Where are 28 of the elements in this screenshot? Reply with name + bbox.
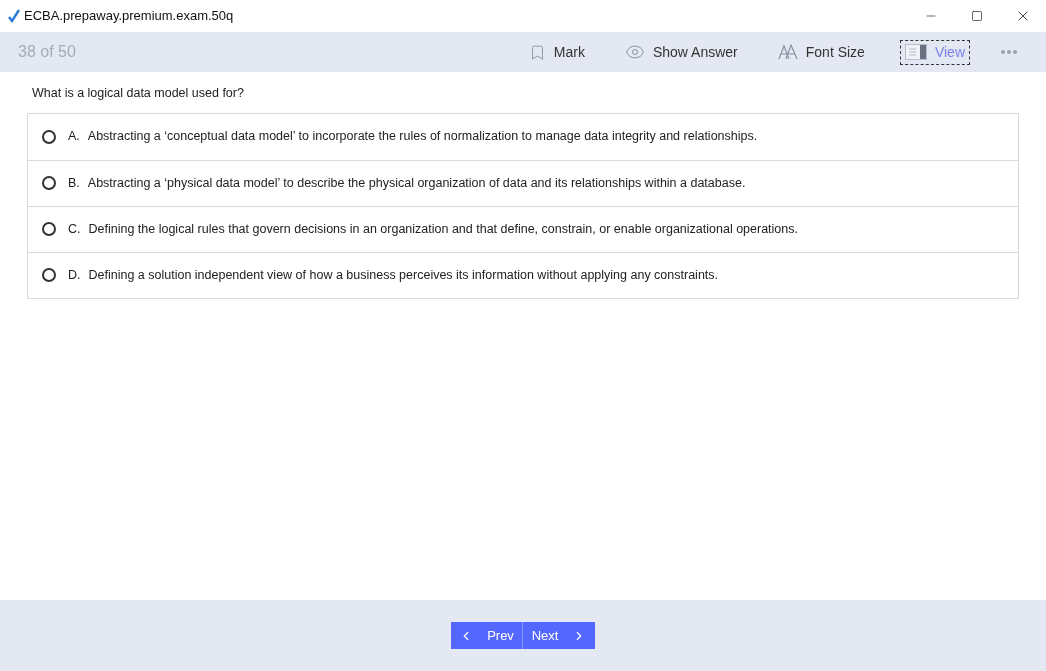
answer-option[interactable]: A. Abstracting a ‘conceptual data model’ to incorporate the rules of normalization to manage data integrity and relationships.	[28, 113, 1018, 160]
option-text: Defining a solution independent view of how a business perceives its information without applying any constraints.	[88, 266, 719, 284]
window-title: ECBA.prepaway.premium.exam.50q	[24, 7, 234, 26]
radio-button[interactable]	[42, 222, 56, 237]
answer-option[interactable]: B. Abstracting a ‘physical data model’ to describe the physical organization of data and its relationships within a database.	[28, 159, 1018, 206]
option-text: Abstracting a ‘physical data model’ to describe the physical organization of data and its relationships within a database.	[87, 174, 746, 192]
answer-option[interactable]: C. Defining the logical rules that govern decisions in an organization and that define, constrain, or enable organizational operations.	[28, 205, 1018, 252]
font-size-button[interactable]: Font Size	[772, 39, 870, 65]
option-letter: A.	[68, 128, 80, 146]
radio-button[interactable]	[42, 268, 56, 283]
font-size-icon	[777, 44, 798, 60]
show-answer-button[interactable]: Show Answer	[619, 39, 743, 65]
option-letter: B.	[68, 174, 80, 192]
option-letter: C.	[68, 220, 81, 238]
mark-button[interactable]: Mark	[523, 39, 590, 65]
answer-option[interactable]: D. Defining a solution independent view of how a business perceives its information without applying any constraints.	[28, 251, 1018, 298]
radio-button[interactable]	[42, 129, 56, 144]
question-text: What is a logical data model used for?	[32, 85, 245, 102]
checkmark-icon	[8, 9, 20, 23]
prev-button[interactable]: Prev	[451, 622, 523, 649]
radio-button[interactable]	[42, 176, 56, 191]
option-letter: D.	[68, 266, 81, 284]
next-button[interactable]: Next	[523, 622, 595, 649]
maximize-icon	[971, 10, 983, 22]
option-text: Abstracting a ‘conceptual data model’ to incorporate the rules of normalization to manage data integrity and relationships.	[87, 128, 758, 146]
panel-layout-icon	[904, 44, 927, 60]
question-counter: 38 of 50	[18, 42, 76, 62]
option-text: Defining the logical rules that govern decisions in an organization and that define, constrain, or enable organizational operations.	[88, 220, 798, 238]
